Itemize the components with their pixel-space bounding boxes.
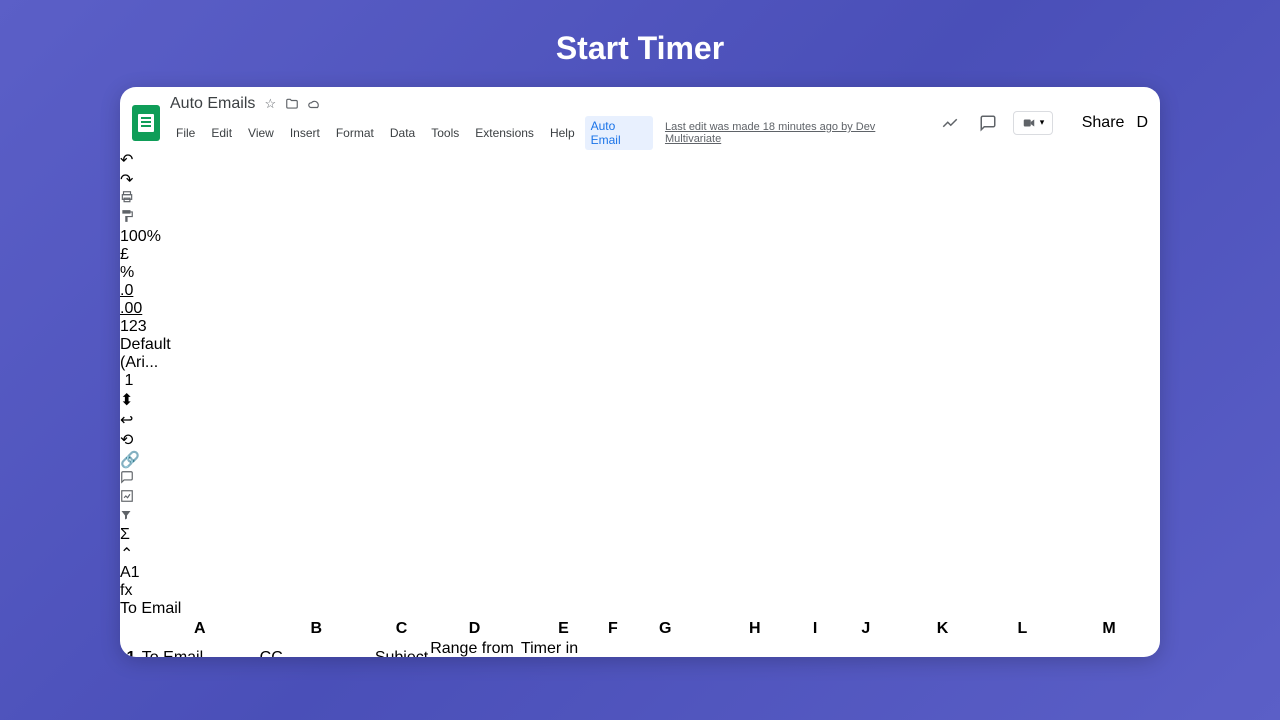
- menu-file[interactable]: File: [170, 123, 201, 143]
- font-size-input[interactable]: 1: [120, 372, 138, 390]
- share-button[interactable]: Share: [1065, 114, 1124, 132]
- valign-button[interactable]: ⬍: [120, 390, 1160, 410]
- cell-B1[interactable]: CC: [260, 640, 373, 657]
- font-select[interactable]: Default (Ari...: [120, 336, 200, 372]
- menu-bar: File Edit View Insert Format Data Tools …: [170, 116, 927, 150]
- col-header-D[interactable]: D: [430, 620, 519, 638]
- title-bar: Auto Emails ☆ File Edit View Insert Form…: [120, 87, 1160, 150]
- zoom-select[interactable]: 100%: [120, 228, 1160, 246]
- col-header-B[interactable]: B: [260, 620, 373, 638]
- menu-view[interactable]: View: [242, 123, 280, 143]
- print-icon[interactable]: [120, 190, 1160, 209]
- menu-format[interactable]: Format: [330, 123, 380, 143]
- cloud-status-icon[interactable]: [307, 97, 321, 111]
- page-heading: Start Timer: [0, 0, 1280, 87]
- menu-edit[interactable]: Edit: [205, 123, 238, 143]
- sheets-window: Auto Emails ☆ File Edit View Insert Form…: [120, 87, 1160, 657]
- toolbar: ↶ ↷ 100% £ % .0 .00 123 Default (Ari... …: [120, 150, 1160, 544]
- menu-data[interactable]: Data: [384, 123, 421, 143]
- menu-extensions[interactable]: Extensions: [469, 123, 540, 143]
- wrap-button[interactable]: ↩: [120, 410, 1160, 430]
- document-title[interactable]: Auto Emails: [170, 95, 255, 113]
- menu-auto-email[interactable]: Auto Email: [585, 116, 653, 150]
- last-edit-link[interactable]: Last edit was made 18 minutes ago by Dev…: [665, 121, 927, 145]
- col-header-E[interactable]: E: [521, 620, 606, 638]
- col-header-K[interactable]: K: [900, 620, 984, 638]
- currency-button[interactable]: £: [120, 246, 1160, 264]
- col-header-F[interactable]: F: [608, 620, 618, 638]
- filter-icon[interactable]: [120, 508, 1160, 526]
- col-header-L[interactable]: L: [987, 620, 1058, 638]
- col-header-H[interactable]: H: [713, 620, 797, 638]
- formula-bar: A1 fx To Email: [120, 564, 1160, 618]
- header-actions: ▾ Share D: [937, 110, 1148, 136]
- col-header-A[interactable]: A: [142, 620, 258, 638]
- comment-icon[interactable]: [120, 470, 1160, 489]
- col-header-I[interactable]: I: [799, 620, 831, 638]
- menu-help[interactable]: Help: [544, 123, 581, 143]
- increase-decimal-button[interactable]: .00: [120, 300, 1160, 318]
- col-header-M[interactable]: M: [1060, 620, 1158, 638]
- chart-icon[interactable]: [120, 489, 1160, 508]
- number-format-button[interactable]: 123: [120, 318, 1160, 336]
- decrease-decimal-button[interactable]: .0: [120, 282, 1160, 300]
- rotate-button[interactable]: ⟲: [120, 430, 1160, 450]
- row-header-1[interactable]: 1: [122, 640, 140, 657]
- sheets-logo-icon[interactable]: [132, 105, 160, 141]
- cell-E1[interactable]: Timer in Hours: [521, 640, 606, 657]
- meet-button[interactable]: ▾: [1013, 111, 1054, 135]
- link-icon[interactable]: 🔗: [120, 450, 1160, 470]
- functions-icon[interactable]: Σ: [120, 526, 1160, 544]
- cell-D1[interactable]: Range from Sh: [430, 640, 519, 657]
- activity-icon[interactable]: [937, 110, 963, 136]
- menu-tools[interactable]: Tools: [425, 123, 465, 143]
- cell-C1[interactable]: Subject: [375, 640, 428, 657]
- paint-format-icon[interactable]: [120, 209, 1160, 228]
- col-header-G[interactable]: G: [620, 620, 711, 638]
- cell-A1[interactable]: To Email: [142, 640, 258, 657]
- redo-icon[interactable]: ↷: [120, 170, 1160, 190]
- col-header-J[interactable]: J: [833, 620, 898, 638]
- menu-insert[interactable]: Insert: [284, 123, 326, 143]
- fx-icon: fx: [120, 582, 1160, 600]
- formula-input[interactable]: To Email: [120, 600, 1160, 618]
- name-box[interactable]: A1: [120, 564, 1160, 582]
- percent-button[interactable]: %: [120, 264, 1160, 282]
- star-icon[interactable]: ☆: [263, 97, 277, 111]
- comments-icon[interactable]: [975, 110, 1001, 136]
- select-all-corner[interactable]: [122, 620, 140, 638]
- undo-icon[interactable]: ↶: [120, 150, 1160, 170]
- move-folder-icon[interactable]: [285, 97, 299, 111]
- share-label: Share: [1082, 114, 1125, 131]
- collapse-toolbar-icon[interactable]: ⌃: [120, 544, 1160, 564]
- col-header-C[interactable]: C: [375, 620, 428, 638]
- spreadsheet-grid[interactable]: A B C D E F G H I J K L M 1 To Email: [120, 618, 1160, 657]
- account-avatar[interactable]: D: [1136, 114, 1148, 132]
